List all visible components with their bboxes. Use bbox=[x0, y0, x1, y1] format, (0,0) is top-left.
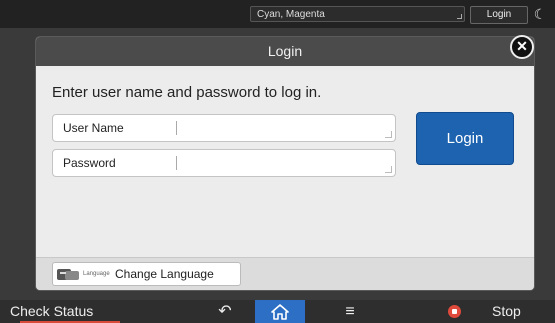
field-separator bbox=[176, 121, 177, 135]
back-arrow-icon[interactable]: ↶ bbox=[205, 300, 245, 323]
home-icon bbox=[271, 303, 289, 320]
field-corner-icon bbox=[385, 131, 392, 138]
dialog-title: Login bbox=[36, 37, 534, 66]
color-mode-display[interactable]: Cyan, Magenta bbox=[250, 6, 465, 22]
username-field[interactable]: User Name bbox=[52, 114, 396, 142]
password-label: Password bbox=[63, 156, 116, 170]
change-language-button[interactable]: Language Change Language bbox=[52, 262, 241, 286]
check-status-button[interactable]: Check Status bbox=[0, 300, 128, 323]
resize-corner-icon bbox=[457, 14, 462, 19]
close-icon[interactable]: ✕ bbox=[510, 35, 534, 59]
stop-icon[interactable] bbox=[448, 305, 461, 318]
bottom-nav-bar: Check Status ↶ ≡ Stop bbox=[0, 300, 555, 323]
dialog-footer: Language Change Language bbox=[36, 257, 534, 290]
language-icon bbox=[57, 269, 79, 280]
login-button[interactable]: Login bbox=[416, 112, 514, 165]
top-login-button[interactable]: Login bbox=[470, 6, 528, 24]
password-field[interactable]: Password bbox=[52, 149, 396, 177]
login-dialog: Login Enter user name and password to lo… bbox=[36, 37, 534, 290]
menu-icon[interactable]: ≡ bbox=[330, 300, 370, 323]
login-instruction: Enter user name and password to log in. bbox=[52, 84, 322, 101]
moon-icon[interactable]: ☾ bbox=[530, 5, 550, 23]
field-separator bbox=[176, 156, 177, 170]
top-status-bar: Cyan, Magenta Login ☾ bbox=[0, 0, 555, 28]
check-status-label: Check Status bbox=[10, 303, 94, 319]
color-mode-text: Cyan, Magenta bbox=[257, 9, 325, 20]
username-label: User Name bbox=[63, 121, 124, 135]
language-small-text: Language bbox=[83, 271, 110, 277]
home-button[interactable] bbox=[255, 300, 305, 323]
change-language-label: Change Language bbox=[115, 267, 214, 281]
field-corner-icon bbox=[385, 166, 392, 173]
stop-button[interactable]: Stop bbox=[492, 300, 521, 323]
